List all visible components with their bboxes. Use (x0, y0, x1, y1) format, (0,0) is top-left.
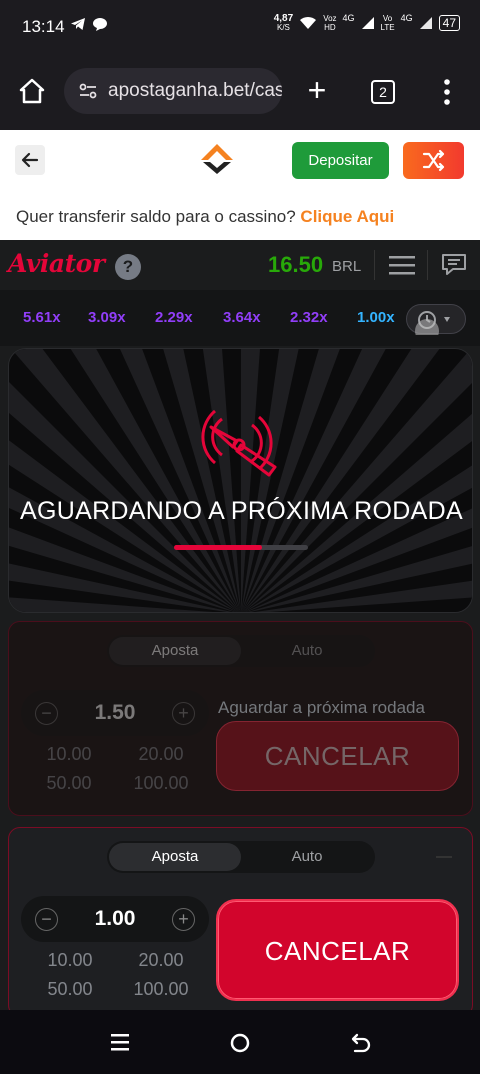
quick-amount-button[interactable]: 20.00 (121, 744, 201, 765)
system-navigation-bar (0, 1010, 480, 1074)
increase-bet-button[interactable]: + (172, 908, 195, 931)
back-nav-icon[interactable] (349, 1032, 371, 1054)
bet-panel-1: Aposta Auto − 1.50 + 10.00 20.00 50.00 1… (8, 621, 473, 816)
sunburst-background (9, 349, 472, 612)
browser-toolbar: apostaganha.bet/cas + 2 (0, 52, 480, 130)
history-multiplier: 3.09x (88, 309, 126, 326)
new-tab-icon[interactable]: + (304, 74, 330, 108)
cancel-bet-button-1[interactable]: CANCELAR (216, 721, 459, 791)
volte-badge-2: Vo LTE (380, 14, 395, 32)
quick-amount-button[interactable]: 50.00 (30, 979, 110, 1000)
divider (427, 250, 428, 280)
signal-icon-2 (419, 17, 432, 29)
aviator-logo: Aviator (8, 249, 105, 278)
clock: 13:14 (22, 17, 65, 36)
deposit-button[interactable]: Depositar (292, 142, 389, 179)
transfer-link[interactable]: Clique Aqui (300, 207, 394, 226)
quick-amount-button[interactable]: 100.00 (121, 979, 201, 1000)
shuffle-icon (422, 149, 445, 172)
waiting-next-round-label: Aguardar a próxima rodada (218, 698, 425, 717)
aviator-game: Aviator ? 16.50 BRL 5.61x 3.09x 2.29x 3.… (0, 240, 480, 1017)
tab-switcher-button[interactable]: 2 (371, 80, 395, 104)
bet-mode-tabs: Aposta Auto (107, 635, 375, 667)
divider (374, 250, 375, 280)
history-multiplier: 5.61x (23, 309, 61, 326)
cancel-bet-button-2[interactable]: CANCELAR (216, 899, 459, 1001)
quick-amount-button[interactable]: 50.00 (29, 773, 109, 794)
history-multiplier: 2.32x (290, 309, 328, 326)
network-type-2: 4G (400, 13, 413, 23)
history-toggle-button[interactable] (406, 304, 466, 343)
waiting-message: AGUARDANDO A PRÓXIMA RODADA (20, 497, 463, 525)
url-text: apostaganha.bet/cas (108, 80, 282, 101)
quick-amount-button[interactable]: 10.00 (30, 950, 110, 971)
telegram-icon (71, 18, 85, 30)
history-clock-icon (415, 311, 450, 343)
quick-amount-button[interactable]: 10.00 (29, 744, 109, 765)
decrease-bet-button[interactable]: − (35, 702, 58, 725)
tab-auto[interactable]: Auto (241, 843, 373, 871)
volte-badge-1: Voz HD (323, 14, 337, 32)
history-multiplier: 3.64x (223, 309, 261, 326)
site-logo-icon[interactable] (198, 140, 236, 178)
chat-bubble-icon (93, 18, 107, 31)
balance-amount: 16.50 (268, 252, 324, 277)
decrease-bet-button[interactable]: − (35, 908, 58, 931)
bet-amount-stepper: − 1.50 + (21, 690, 209, 736)
home-icon[interactable] (18, 77, 46, 105)
wifi-icon (300, 16, 317, 29)
round-progress-fill (174, 545, 263, 550)
transfer-prompt: Quer transferir saldo para o cassino? Cl… (16, 207, 395, 226)
quick-amount-button[interactable]: 100.00 (121, 773, 201, 794)
site-settings-icon[interactable] (78, 81, 98, 101)
network-type-1: 4G (342, 13, 355, 23)
address-bar[interactable]: apostaganha.bet/cas (64, 68, 282, 114)
game-header: Aviator ? 16.50 BRL (0, 240, 480, 290)
help-button[interactable]: ? (115, 254, 141, 280)
tab-auto[interactable]: Auto (241, 637, 373, 665)
bet-mode-tabs: Aposta Auto (107, 841, 375, 873)
history-multiplier: 2.29x (155, 309, 193, 326)
system-status-bar: 13:14 4,87 K/S Voz HD 4G Vo LTE 4G 47 (0, 0, 480, 52)
battery-indicator: 47 (438, 15, 460, 31)
bet-amount[interactable]: 1.00 (71, 907, 159, 931)
arrow-left-icon (21, 152, 39, 168)
menu-icon[interactable] (389, 255, 415, 275)
site-header: Depositar Quer transferir saldo para o c… (0, 130, 480, 240)
more-vert-icon[interactable] (440, 78, 454, 106)
home-circle-icon[interactable] (229, 1032, 251, 1054)
random-game-button[interactable] (403, 142, 464, 179)
bet-amount-stepper: − 1.00 + (21, 896, 209, 942)
tab-bet[interactable]: Aposta (109, 637, 241, 665)
balance-currency: BRL (332, 258, 362, 275)
round-progress-bar (174, 545, 308, 550)
increase-bet-button[interactable]: + (172, 702, 195, 725)
back-button[interactable] (15, 145, 45, 175)
tab-bet[interactable]: Aposta (109, 843, 241, 871)
game-stage: AGUARDANDO A PRÓXIMA RODADA (8, 348, 473, 613)
history-multiplier: 1.00x (357, 309, 395, 326)
propeller-loader-icon (201, 409, 277, 477)
quick-amount-button[interactable]: 20.00 (121, 950, 201, 971)
recent-apps-icon[interactable] (110, 1032, 130, 1052)
chat-icon[interactable] (441, 253, 467, 277)
bet-panel-2: Aposta Auto − 1.00 + 10.00 20.00 50.00 1… (8, 827, 473, 1017)
network-speed: 4,87 K/S (273, 13, 294, 33)
bet-amount[interactable]: 1.50 (71, 701, 159, 725)
signal-icon-1 (361, 17, 374, 29)
remove-panel-icon[interactable] (436, 856, 452, 858)
